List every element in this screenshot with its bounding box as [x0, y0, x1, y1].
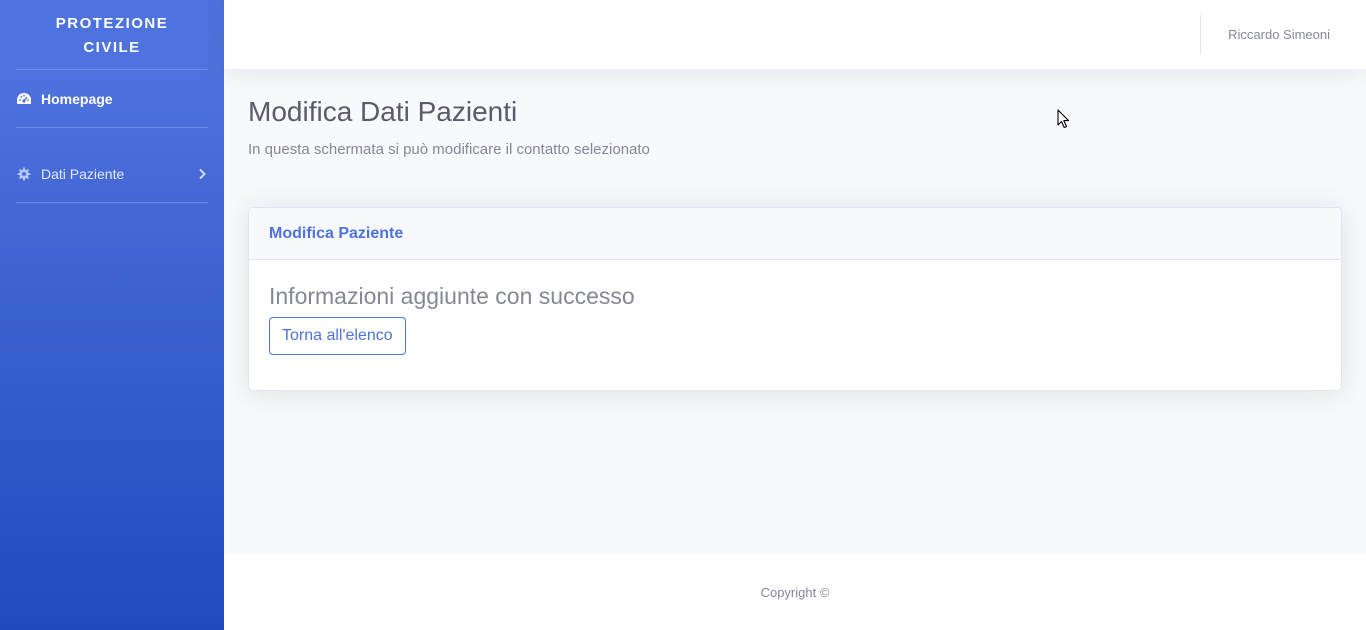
- sidebar-item-label: Dati Paziente: [41, 166, 125, 182]
- sidebar-item-homepage[interactable]: Homepage: [0, 70, 224, 127]
- tachometer-icon: [16, 91, 32, 107]
- sidebar-brand[interactable]: PROTEZIONE CIVILE: [0, 0, 224, 69]
- topbar: Riccardo Simeoni: [224, 0, 1366, 69]
- card-body: Informazioni aggiunte con successo Torna…: [249, 260, 1341, 377]
- copyright-text: Copyright ©: [760, 585, 830, 600]
- card-header: Modifica Paziente: [249, 208, 1341, 260]
- brand-line-2: CIVILE: [83, 38, 141, 56]
- main-content: Modifica Dati Pazienti In questa scherma…: [248, 69, 1342, 391]
- edit-patient-card: Modifica Paziente Informazioni aggiunte …: [248, 207, 1342, 391]
- success-message: Informazioni aggiunte con successo: [269, 283, 635, 309]
- mouse-cursor-icon: [1057, 109, 1071, 134]
- chevron-right-icon: [198, 168, 206, 180]
- back-to-list-button[interactable]: Torna all'elenco: [269, 317, 406, 355]
- user-name[interactable]: Riccardo Simeoni: [1228, 0, 1330, 69]
- sidebar-item-label: Homepage: [41, 90, 113, 107]
- sidebar: PROTEZIONE CIVILE Homepage Dati Paziente: [0, 0, 224, 630]
- footer: Copyright ©: [224, 553, 1366, 630]
- gear-icon: [16, 166, 32, 182]
- brand-line-1: PROTEZIONE: [55, 14, 169, 32]
- topbar-divider: [1200, 15, 1201, 54]
- sidebar-item-dati-paziente[interactable]: Dati Paziente: [0, 146, 224, 202]
- page-subtitle: In questa schermata si può modificare il…: [248, 141, 650, 158]
- sidebar-divider: [16, 202, 208, 203]
- page-title: Modifica Dati Pazienti: [248, 96, 518, 127]
